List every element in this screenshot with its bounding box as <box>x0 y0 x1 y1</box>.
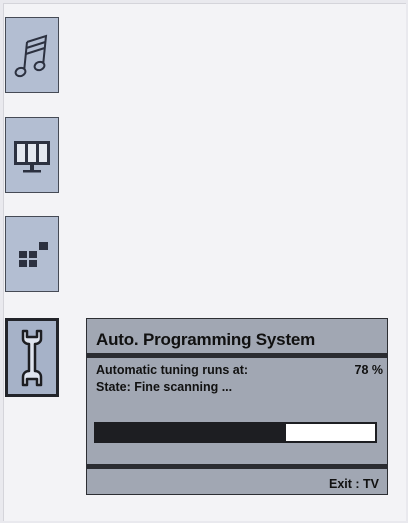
dialog-title: Auto. Programming System <box>96 330 316 349</box>
wrench-icon <box>21 329 43 386</box>
features-icon <box>19 242 48 267</box>
menu-item-features[interactable] <box>5 216 59 292</box>
menu-item-setup[interactable] <box>5 318 59 397</box>
divider <box>87 353 387 358</box>
auto-programming-dialog: Auto. Programming System Automatic tunin… <box>86 318 388 495</box>
exit-hint[interactable]: Exit : TV <box>329 477 379 491</box>
menu-item-sound[interactable] <box>5 17 59 93</box>
tuning-label: Automatic tuning runs at: <box>96 363 249 377</box>
divider <box>87 464 387 469</box>
state-text: State: Fine scanning ... <box>96 380 233 394</box>
music-icon <box>14 34 48 78</box>
menu-item-picture[interactable] <box>5 117 59 193</box>
progress-bar <box>94 422 377 443</box>
tuning-percent: 78 % <box>354 363 384 377</box>
picture-icon <box>14 141 50 173</box>
progress-bar-fill <box>96 424 286 441</box>
